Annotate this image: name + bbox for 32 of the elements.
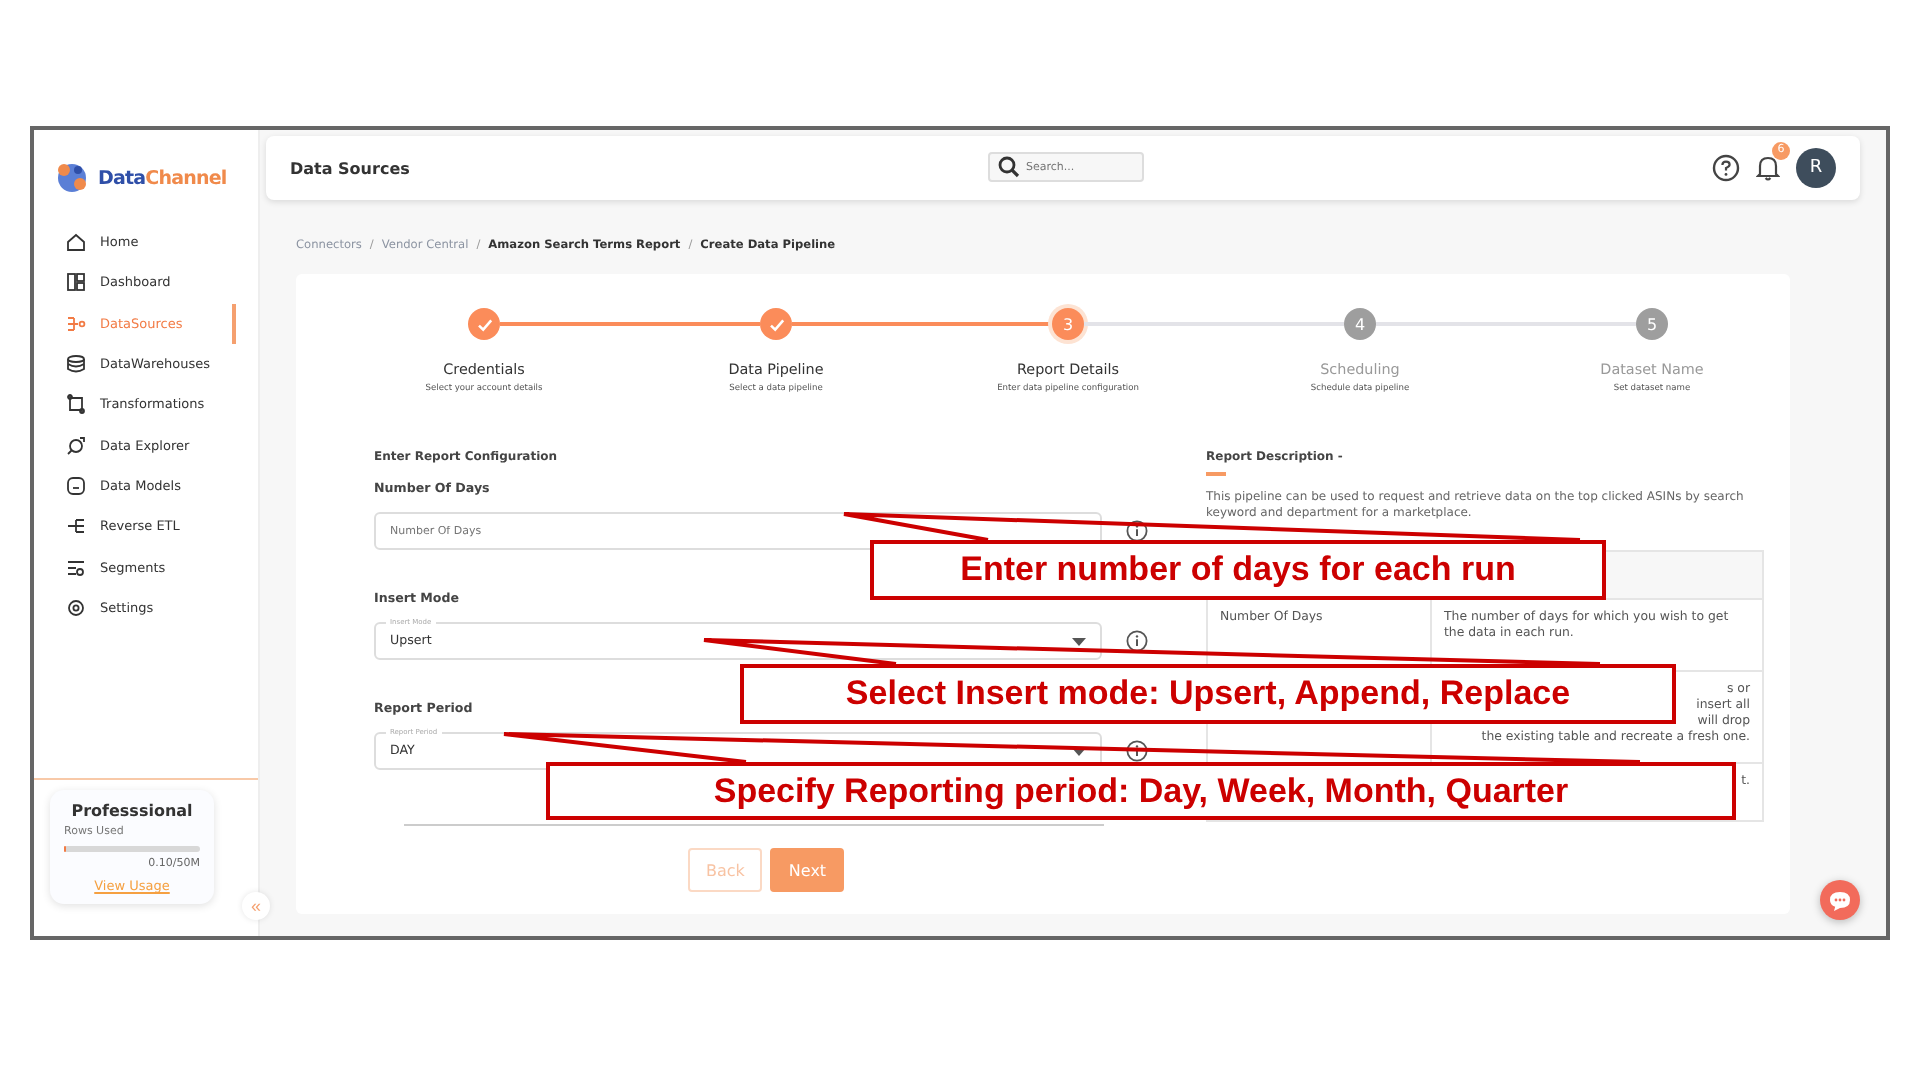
step-number: 5 — [1636, 308, 1668, 340]
info-icon[interactable] — [1126, 740, 1148, 762]
annotation-callout: Specify Reporting period: Day, Week, Month, Quarter — [546, 762, 1736, 820]
search-icon — [998, 156, 1020, 178]
annotation-callout: Select Insert mode: Upsert, Append, Replace — [740, 664, 1676, 724]
info-icon[interactable] — [1126, 520, 1148, 542]
chat-button[interactable] — [1820, 880, 1860, 920]
caret-icon — [1072, 747, 1086, 755]
bell-icon[interactable] — [1756, 154, 1780, 182]
annotation-callout: Enter number of days for each run — [870, 540, 1606, 600]
home-icon — [66, 232, 86, 253]
logo-text: DataChannel — [98, 167, 227, 189]
nav-icon — [66, 272, 86, 293]
nav-icon — [66, 557, 86, 578]
usage-bar — [64, 846, 200, 852]
plan-name: Professsional — [69, 802, 195, 820]
step-number: 4 — [1344, 308, 1376, 340]
help-icon[interactable] — [1712, 154, 1740, 182]
settings-icon — [66, 597, 86, 618]
nav-icon — [66, 516, 86, 537]
caret-icon — [1072, 637, 1086, 645]
logo-icon — [54, 160, 90, 196]
step-number: 3 — [1052, 308, 1084, 340]
nav-icon — [66, 313, 86, 334]
database-icon — [66, 354, 86, 375]
nav-icon — [66, 435, 86, 456]
avatar[interactable]: R — [1796, 148, 1836, 188]
nav-icon — [66, 394, 86, 415]
page-title: Data Sources — [290, 159, 410, 177]
info-icon[interactable] — [1126, 630, 1148, 652]
chat-icon — [1828, 889, 1852, 911]
nav-icon — [66, 475, 86, 496]
